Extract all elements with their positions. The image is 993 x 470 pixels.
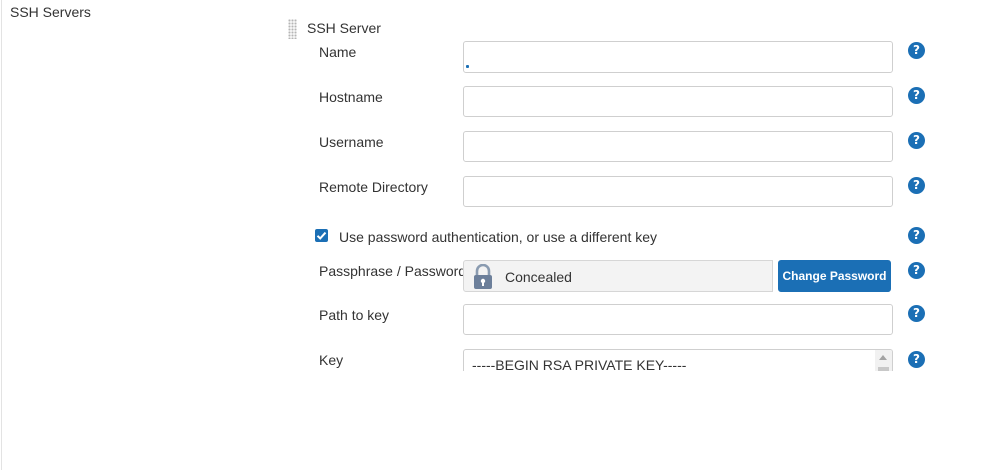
- hostname-label: Hostname: [319, 89, 383, 105]
- remote-directory-help-icon[interactable]: ?: [908, 177, 925, 194]
- concealed-text: Concealed: [505, 269, 572, 285]
- path-to-key-input[interactable]: [463, 304, 893, 335]
- name-help-icon[interactable]: ?: [908, 42, 925, 59]
- password-auth-label: Use password authentication, or use a di…: [339, 229, 658, 245]
- scroll-thumb[interactable]: [878, 367, 889, 371]
- checkbox-checked-icon: [316, 231, 327, 240]
- section-title: SSH Servers: [10, 4, 91, 20]
- path-to-key-label: Path to key: [319, 307, 390, 323]
- key-label: Key: [319, 352, 344, 368]
- path-to-key-help-icon[interactable]: ?: [908, 305, 925, 322]
- passphrase-label: Passphrase / Password: [319, 263, 467, 279]
- text-cursor-mark: [466, 65, 469, 68]
- key-scrollbar[interactable]: [875, 350, 892, 371]
- hostname-input[interactable]: [463, 86, 893, 117]
- username-label: Username: [319, 134, 384, 150]
- passphrase-help-icon[interactable]: ?: [908, 262, 925, 279]
- hostname-help-icon[interactable]: ?: [908, 87, 925, 104]
- username-input[interactable]: [463, 131, 893, 162]
- key-textarea[interactable]: -----BEGIN RSA PRIVATE KEY-----: [463, 349, 893, 371]
- key-help-icon[interactable]: ?: [908, 351, 925, 368]
- remote-directory-label: Remote Directory: [319, 179, 428, 195]
- scroll-up-arrow-icon[interactable]: [879, 355, 887, 360]
- key-text: -----BEGIN RSA PRIVATE KEY-----: [472, 357, 687, 371]
- change-password-button[interactable]: Change Password: [778, 260, 891, 292]
- password-auth-help-icon[interactable]: ?: [908, 227, 925, 244]
- lock-icon: [474, 264, 492, 289]
- left-divider: [1, 0, 2, 470]
- concealed-password-field: Concealed: [463, 260, 773, 292]
- password-auth-checkbox[interactable]: [315, 229, 328, 242]
- username-help-icon[interactable]: ?: [908, 132, 925, 149]
- name-input[interactable]: [463, 41, 893, 73]
- remote-directory-input[interactable]: [463, 176, 893, 207]
- drag-handle-icon[interactable]: [288, 19, 297, 39]
- server-title: SSH Server: [307, 20, 381, 36]
- name-label: Name: [319, 44, 357, 60]
